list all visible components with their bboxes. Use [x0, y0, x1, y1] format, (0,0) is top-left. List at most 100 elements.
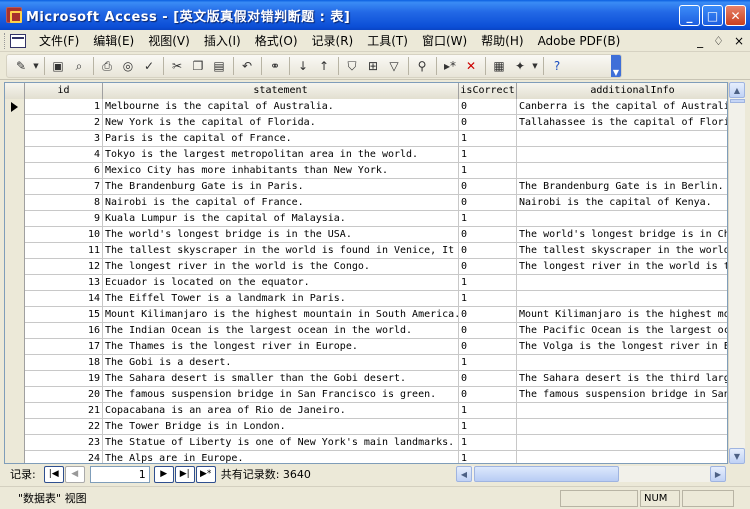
- record-selector[interactable]: [5, 179, 25, 195]
- menu-grip[interactable]: [4, 32, 8, 49]
- filter-by-selection-icon[interactable]: ⛉: [342, 56, 362, 76]
- cell-iscorrect[interactable]: 1: [459, 419, 517, 435]
- cell-id[interactable]: 15: [25, 307, 103, 323]
- table-row[interactable]: 13 Ecuador is located on the equator. 1: [5, 275, 727, 291]
- cell-additionalinfo[interactable]: The world's longest bridge is in China: [517, 227, 727, 243]
- cell-iscorrect[interactable]: 1: [459, 147, 517, 163]
- cell-additionalinfo[interactable]: [517, 147, 727, 163]
- search-icon[interactable]: ⌕: [69, 56, 89, 76]
- cell-iscorrect[interactable]: 1: [459, 163, 517, 179]
- cell-additionalinfo[interactable]: Tallahassee is the capital of Florida.: [517, 115, 727, 131]
- scroll-up-icon[interactable]: ▲: [729, 82, 745, 98]
- record-selector[interactable]: [5, 227, 25, 243]
- cell-statement[interactable]: The Alps are in Europe.: [103, 451, 459, 463]
- current-record-input[interactable]: 1: [89, 465, 150, 483]
- cell-statement[interactable]: The world's longest bridge is in the USA…: [103, 227, 459, 243]
- save-icon[interactable]: ▣: [48, 56, 68, 76]
- cell-iscorrect[interactable]: 1: [459, 355, 517, 371]
- scroll-down-icon[interactable]: ▼: [729, 448, 745, 464]
- table-row[interactable]: 4 Tokyo is the largest metropolitan area …: [5, 147, 727, 163]
- cell-id[interactable]: 18: [25, 355, 103, 371]
- cell-statement[interactable]: The Tower Bridge is in London.: [103, 419, 459, 435]
- cell-statement[interactable]: The famous suspension bridge in San Fran…: [103, 387, 459, 403]
- horizontal-scroll-thumb[interactable]: [474, 466, 619, 482]
- cell-iscorrect[interactable]: 0: [459, 339, 517, 355]
- cell-statement[interactable]: Ecuador is located on the equator.: [103, 275, 459, 291]
- cell-additionalinfo[interactable]: Nairobi is the capital of Kenya.: [517, 195, 727, 211]
- doc-restore-button[interactable]: ♢: [713, 34, 724, 48]
- table-row[interactable]: 10 The world's longest bridge is in the U…: [5, 227, 727, 243]
- cell-additionalinfo[interactable]: [517, 419, 727, 435]
- cell-id[interactable]: 17: [25, 339, 103, 355]
- vertical-scroll-thumb[interactable]: [730, 99, 745, 103]
- cell-iscorrect[interactable]: 0: [459, 371, 517, 387]
- table-row[interactable]: 9 Kuala Lumpur is the capital of Malaysia…: [5, 211, 727, 227]
- print-preview-icon[interactable]: ◎: [118, 56, 138, 76]
- cell-statement[interactable]: Tokyo is the largest metropolitan area i…: [103, 147, 459, 163]
- cell-additionalinfo[interactable]: [517, 275, 727, 291]
- cell-id[interactable]: 3: [25, 131, 103, 147]
- cell-additionalinfo[interactable]: Mount Kilimanjaro is the highest mount: [517, 307, 727, 323]
- toolbar-options-chevron-icon[interactable]: ▼: [611, 55, 621, 77]
- cell-statement[interactable]: Mexico City has more inhabitants than Ne…: [103, 163, 459, 179]
- cell-id[interactable]: 24: [25, 451, 103, 463]
- cell-statement[interactable]: Nairobi is the capital of France.: [103, 195, 459, 211]
- record-selector[interactable]: [5, 243, 25, 259]
- menu-view[interactable]: 视图(V): [141, 31, 197, 51]
- record-selector[interactable]: [5, 115, 25, 131]
- previous-record-button[interactable]: ◀: [64, 465, 85, 483]
- cell-id[interactable]: 4: [25, 147, 103, 163]
- cell-id[interactable]: 7: [25, 179, 103, 195]
- cell-additionalinfo[interactable]: The Brandenburg Gate is in Berlin.: [517, 179, 727, 195]
- record-selector[interactable]: [5, 307, 25, 323]
- record-selector[interactable]: [5, 323, 25, 339]
- help-icon[interactable]: ?: [547, 56, 567, 76]
- record-selector[interactable]: [5, 451, 25, 463]
- cell-additionalinfo[interactable]: [517, 291, 727, 307]
- cell-statement[interactable]: The Thames is the longest river in Europ…: [103, 339, 459, 355]
- cell-statement[interactable]: The longest river in the world is the Co…: [103, 259, 459, 275]
- table-row[interactable]: 2 New York is the capital of Florida. 0 Tal…: [5, 115, 727, 131]
- cell-additionalinfo[interactable]: [517, 131, 727, 147]
- cell-statement[interactable]: Mount Kilimanjaro is the highest mountai…: [103, 307, 459, 323]
- paste-icon[interactable]: ▤: [209, 56, 229, 76]
- print-icon[interactable]: ⎙: [97, 56, 117, 76]
- cell-iscorrect[interactable]: 1: [459, 435, 517, 451]
- cell-additionalinfo[interactable]: [517, 211, 727, 227]
- cell-additionalinfo[interactable]: The longest river in the world is the: [517, 259, 727, 275]
- cell-statement[interactable]: The Statue of Liberty is one of New York…: [103, 435, 459, 451]
- cell-statement[interactable]: The Indian Ocean is the largest ocean in…: [103, 323, 459, 339]
- sort-ascending-icon[interactable]: ↓: [293, 56, 313, 76]
- cell-id[interactable]: 9: [25, 211, 103, 227]
- record-selector[interactable]: [5, 131, 25, 147]
- scroll-right-icon[interactable]: ▶: [710, 466, 726, 482]
- cell-id[interactable]: 20: [25, 387, 103, 403]
- filter-by-form-icon[interactable]: ⊞: [363, 56, 383, 76]
- cell-iscorrect[interactable]: 1: [459, 291, 517, 307]
- sort-descending-icon[interactable]: ↑: [314, 56, 334, 76]
- table-row[interactable]: 15 Mount Kilimanjaro is the highest mount…: [5, 307, 727, 323]
- access-app-icon[interactable]: [6, 7, 22, 23]
- cut-icon[interactable]: ✂: [167, 56, 187, 76]
- cell-statement[interactable]: The Brandenburg Gate is in Paris.: [103, 179, 459, 195]
- cell-additionalinfo[interactable]: The Pacific Ocean is the largest ocean: [517, 323, 727, 339]
- cell-id[interactable]: 23: [25, 435, 103, 451]
- new-record-icon[interactable]: ▸*: [440, 56, 460, 76]
- menu-window[interactable]: 窗口(W): [415, 31, 474, 51]
- record-selector[interactable]: [5, 99, 25, 115]
- cell-iscorrect[interactable]: 0: [459, 243, 517, 259]
- maximize-button[interactable]: □: [702, 5, 723, 26]
- record-selector[interactable]: [5, 371, 25, 387]
- record-selector[interactable]: [5, 211, 25, 227]
- record-selector[interactable]: [5, 147, 25, 163]
- cell-statement[interactable]: Kuala Lumpur is the capital of Malaysia.: [103, 211, 459, 227]
- column-header-id[interactable]: id: [25, 83, 103, 99]
- select-all-corner[interactable]: [5, 83, 25, 99]
- cell-iscorrect[interactable]: 1: [459, 211, 517, 227]
- cell-additionalinfo[interactable]: The Sahara desert is the third largest: [517, 371, 727, 387]
- cell-id[interactable]: 19: [25, 371, 103, 387]
- cell-iscorrect[interactable]: 0: [459, 115, 517, 131]
- next-record-button[interactable]: ▶: [153, 465, 174, 483]
- cell-iscorrect[interactable]: 0: [459, 99, 517, 115]
- cell-id[interactable]: 22: [25, 419, 103, 435]
